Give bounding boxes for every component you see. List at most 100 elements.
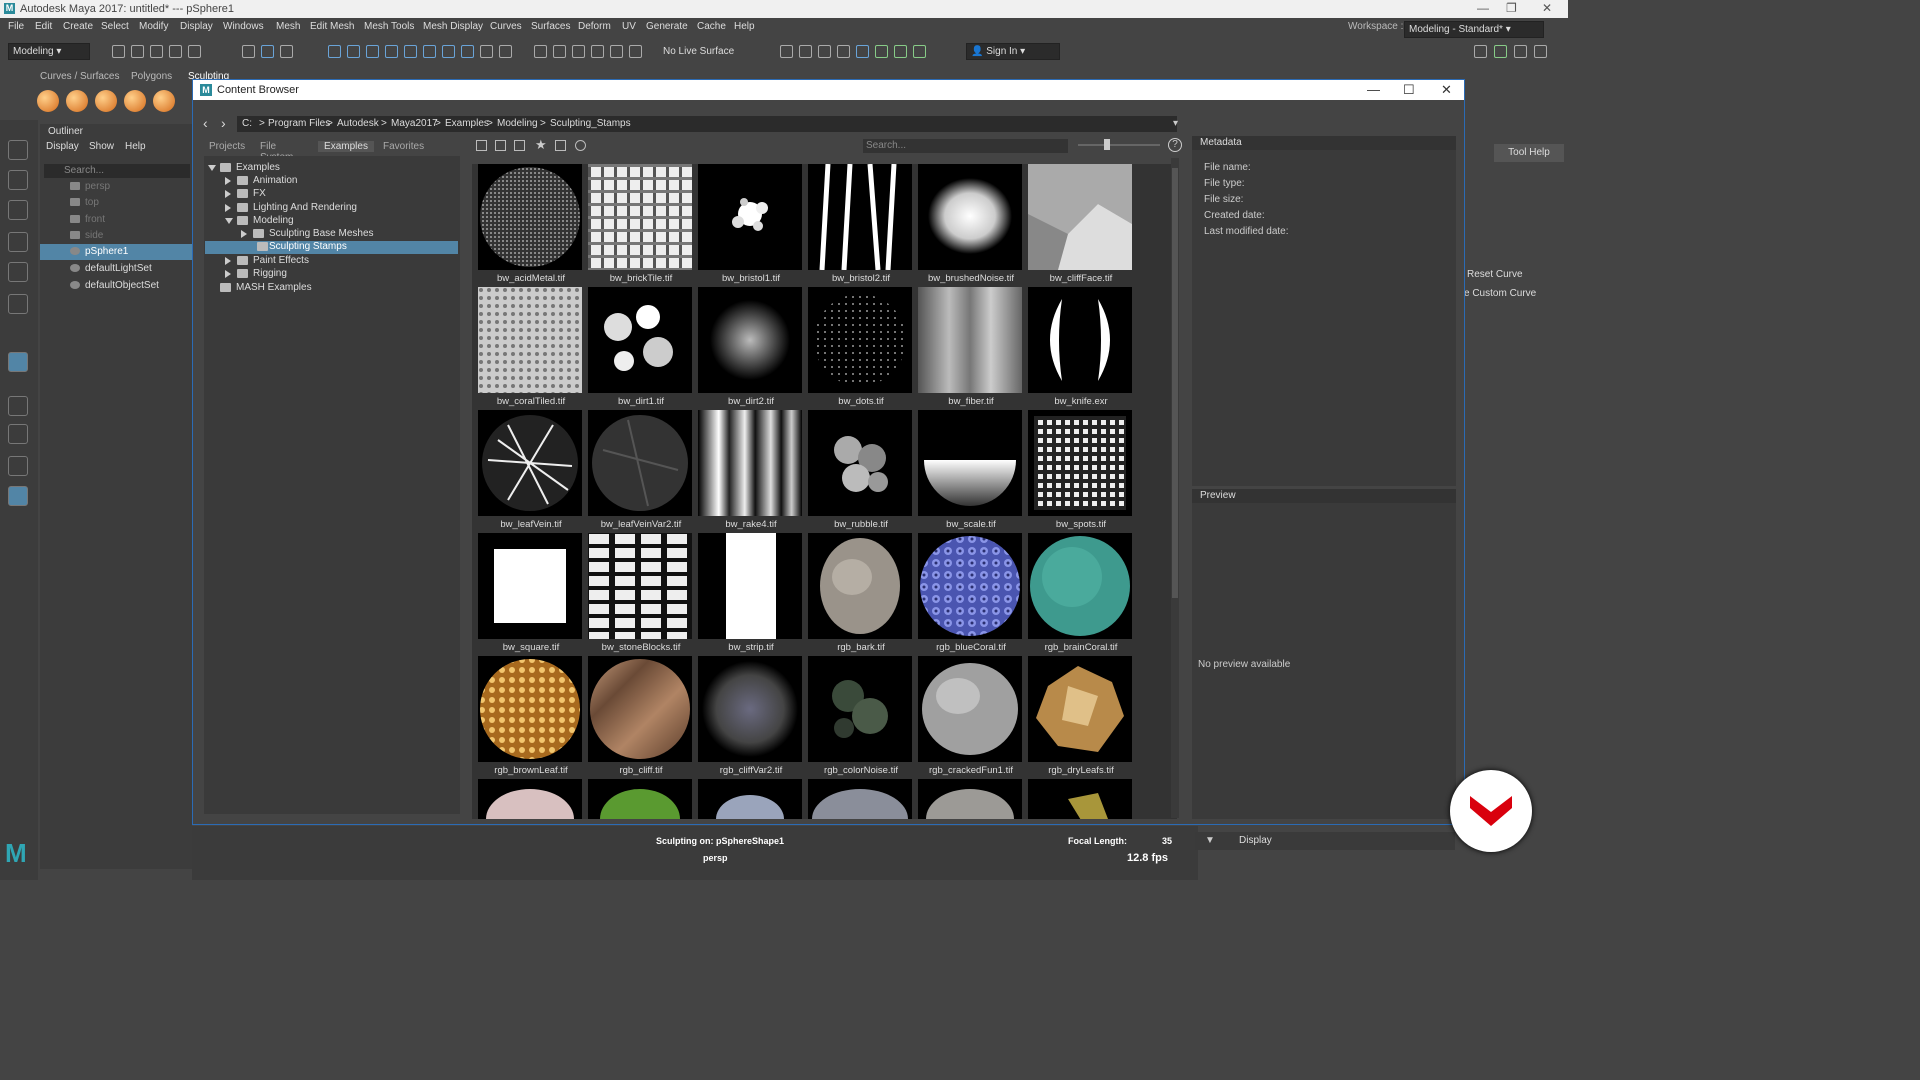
new-scene-icon[interactable] [112, 45, 125, 58]
file-thumbnail-partial[interactable] [918, 779, 1024, 819]
file-thumbnail[interactable]: bw_fiber.tif [918, 287, 1024, 409]
lock-icon[interactable] [480, 45, 493, 58]
snap-plane-icon[interactable] [423, 45, 436, 58]
slider-handle[interactable] [1104, 139, 1110, 150]
file-thumbnail[interactable]: rgb_brownLeaf.tif [478, 656, 584, 778]
pinch-tool-icon[interactable] [153, 90, 175, 112]
crumb-modeling[interactable]: Modeling [497, 118, 538, 129]
forward-arrow-icon[interactable]: › [221, 115, 226, 131]
file-thumbnail[interactable]: bw_strip.tif [698, 533, 804, 655]
render-view-icon[interactable] [780, 45, 793, 58]
shelf-tab-polygons[interactable]: Polygons [131, 71, 172, 82]
scale-tool-icon[interactable] [8, 294, 28, 314]
tree-node-lighting[interactable]: Lighting And Rendering [225, 202, 456, 215]
file-thumbnail[interactable]: bw_scale.tif [918, 410, 1024, 532]
breadcrumb-dropdown-icon[interactable]: ▾ [1173, 118, 1178, 129]
sculpt-brush-icon[interactable] [8, 352, 28, 372]
outliner-item-side[interactable]: side [40, 228, 192, 244]
snap-surface-icon[interactable] [404, 45, 417, 58]
file-thumbnail[interactable]: rgb_cliff.tif [588, 656, 694, 778]
menu-generate[interactable]: Generate [646, 21, 688, 32]
shelf-tab-curves[interactable]: Curves / Surfaces [40, 71, 119, 82]
menu-mesh-display[interactable]: Mesh Display [423, 21, 483, 32]
tab-favorites[interactable]: Favorites [379, 141, 428, 152]
sort-icon[interactable] [555, 140, 566, 151]
snap-face-icon[interactable] [442, 45, 455, 58]
close-icon[interactable]: ✕ [1542, 1, 1552, 15]
file-thumbnail[interactable]: bw_knife.exr [1028, 287, 1134, 409]
live-surface-label[interactable]: No Live Surface [663, 46, 734, 57]
custom-curve-button[interactable]: e Custom Curve [1464, 288, 1536, 299]
tree-node-sculpting-stamps[interactable]: Sculpting Stamps [205, 241, 458, 254]
workspace-dropdown[interactable]: Modeling - Standard* ▾ [1404, 21, 1544, 38]
file-thumbnail[interactable]: bw_rake4.tif [698, 410, 804, 532]
expand-arrow-icon[interactable] [225, 257, 231, 265]
file-thumbnail[interactable]: rgb_brainCoral.tif [1028, 533, 1134, 655]
smooth-tool-icon[interactable] [66, 90, 88, 112]
render-frame-icon[interactable] [799, 45, 812, 58]
menu-edit[interactable]: Edit [35, 21, 52, 32]
tree-node-modeling[interactable]: Modeling [225, 215, 456, 228]
file-thumbnail[interactable]: bw_square.tif [478, 533, 584, 655]
outliner-menu-help[interactable]: Help [125, 141, 146, 152]
crumb-examples[interactable]: Examples [445, 118, 489, 129]
expand-arrow-icon[interactable] [225, 204, 231, 212]
move-tool-icon[interactable] [8, 232, 28, 252]
tree-node-animation[interactable]: Animation [225, 175, 456, 188]
file-thumbnail[interactable]: bw_dirt1.tif [588, 287, 694, 409]
menu-mesh[interactable]: Mesh [276, 21, 300, 32]
menu-mesh-tools[interactable]: Mesh Tools [364, 21, 414, 32]
file-thumbnail[interactable]: bw_spots.tif [1028, 410, 1134, 532]
display-section[interactable]: ▼ Display [1195, 832, 1455, 850]
thumbnail-size-slider[interactable] [1078, 139, 1160, 150]
help-icon[interactable]: ? [1168, 138, 1182, 152]
grab-tool-icon[interactable] [124, 90, 146, 112]
file-thumbnail[interactable]: bw_cliffFace.tif [1028, 164, 1134, 286]
file-thumbnail[interactable]: bw_brushedNoise.tif [918, 164, 1024, 286]
expand-arrow-icon[interactable] [225, 218, 233, 224]
workspace-icon-2[interactable] [1494, 45, 1507, 58]
lasso-tool-icon[interactable] [8, 170, 28, 190]
save-scene-icon[interactable] [150, 45, 163, 58]
hypershade-icon[interactable] [837, 45, 850, 58]
expand-arrow-icon[interactable] [225, 177, 231, 185]
file-thumbnail[interactable]: rgb_bark.tif [808, 533, 914, 655]
construction-history-icon[interactable] [534, 45, 547, 58]
file-thumbnail-partial[interactable] [588, 779, 694, 819]
file-thumbnail[interactable]: bw_brickTile.tif [588, 164, 694, 286]
crumb-program-files[interactable]: Program Files [268, 118, 330, 129]
minimize-icon[interactable]: — [1367, 82, 1380, 97]
close-icon[interactable]: ✕ [1441, 82, 1452, 98]
maximize-icon[interactable]: ☐ [1403, 82, 1415, 98]
browser-search-input[interactable]: Search... [863, 139, 1068, 153]
file-thumbnail[interactable]: rgb_colorNoise.tif [808, 656, 914, 778]
menu-deform[interactable]: Deform [578, 21, 611, 32]
tree-node-fx[interactable]: FX [225, 188, 456, 201]
snap-curve-icon[interactable] [347, 45, 360, 58]
viewport[interactable]: Sculpting on: pSphereShape1 persp Focal … [192, 826, 1198, 880]
render-settings-icon[interactable] [610, 45, 623, 58]
channel-box-icon[interactable] [913, 45, 926, 58]
menu-surfaces[interactable]: Surfaces [531, 21, 570, 32]
crumb-sculpting-stamps[interactable]: Sculpting_Stamps [550, 118, 631, 129]
file-thumbnail-partial[interactable] [698, 779, 804, 819]
file-thumbnail[interactable]: bw_bristol1.tif [698, 164, 804, 286]
outliner-menu-display[interactable]: Display [46, 141, 79, 152]
maximize-icon[interactable]: ❐ [1506, 1, 1517, 15]
tab-projects[interactable]: Projects [205, 141, 249, 152]
list-view-icon[interactable] [476, 140, 487, 151]
menu-file[interactable]: File [8, 21, 24, 32]
outliner-item-top[interactable]: top [40, 195, 192, 211]
tree-node-paint-effects[interactable]: Paint Effects [225, 255, 456, 268]
tree-node-sculpting-base-meshes[interactable]: Sculpting Base Meshes [241, 228, 456, 241]
snap-view-icon[interactable] [385, 45, 398, 58]
material-icon[interactable] [856, 45, 869, 58]
file-thumbnail[interactable]: bw_bristol2.tif [808, 164, 914, 286]
menu-edit-mesh[interactable]: Edit Mesh [310, 21, 354, 32]
layout-single-icon[interactable] [8, 396, 28, 416]
mode-dropdown[interactable]: Modeling ▾ [8, 43, 90, 60]
menu-select[interactable]: Select [101, 21, 129, 32]
outliner-item-front[interactable]: front [40, 212, 192, 228]
outliner-item-psphere1[interactable]: pSphere1 [40, 244, 192, 260]
file-thumbnail[interactable]: bw_dirt2.tif [698, 287, 804, 409]
